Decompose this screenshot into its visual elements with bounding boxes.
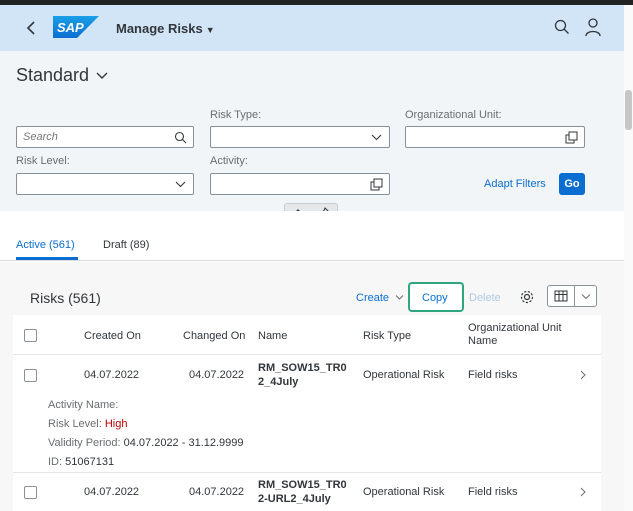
search-icon[interactable] (553, 18, 571, 36)
detail-risk-level-label: Risk Level: (48, 418, 102, 430)
export-split-divider (574, 286, 575, 306)
row-name: RM_SOW15_TR0 2_4July (258, 361, 347, 389)
row-checkbox[interactable] (24, 486, 37, 499)
tab-bar: Active (561) Draft (89) (0, 211, 624, 261)
sap-logo[interactable]: SAP (53, 16, 99, 38)
row-separator (13, 472, 601, 473)
chevron-down-icon[interactable] (174, 178, 187, 191)
create-button[interactable]: Create (356, 292, 404, 304)
column-org-unit-name[interactable]: Organizational Unit Name (468, 322, 578, 348)
activity-label: Activity: (210, 155, 248, 167)
search-input[interactable]: Search (16, 126, 194, 148)
back-arrow-icon[interactable] (22, 18, 42, 38)
column-created-on[interactable]: Created On (84, 330, 141, 342)
chevron-down-icon[interactable] (95, 71, 109, 81)
active-tab-indicator (16, 257, 78, 260)
user-icon[interactable] (584, 17, 602, 37)
tab-active[interactable]: Active (561) (16, 239, 75, 251)
org-unit-input[interactable] (405, 126, 585, 148)
caret-down-icon[interactable]: ▼ (206, 25, 215, 35)
search-placeholder: Search (23, 131, 58, 143)
chevron-down-icon[interactable] (395, 294, 404, 301)
activity-input[interactable] (210, 173, 390, 195)
row-changed-on: 04.07.2022 (189, 486, 245, 498)
detail-activity-label: Activity Name: (48, 399, 119, 411)
row-name-line2: 2_4July (258, 376, 299, 388)
tab-draft[interactable]: Draft (89) (103, 239, 149, 251)
select-all-checkbox[interactable] (24, 329, 37, 342)
go-button[interactable]: Go (559, 173, 585, 195)
detail-risk-level-value: High (104, 418, 128, 430)
row-created-on: 04.07.2022 (84, 369, 140, 381)
row-org-unit: Field risks (468, 486, 518, 498)
detail-validity: Validity Period: 04.07.2022 - 31.12.9999 (48, 437, 244, 449)
app-title[interactable]: Manage Risks (116, 21, 203, 36)
shell-bar: SAP Manage Risks ▼ (0, 5, 624, 51)
search-icon[interactable] (174, 131, 187, 144)
detail-id-value: 51067131 (65, 456, 115, 468)
row-name: RM_SOW15_TR0 2-URL2_4July (258, 478, 347, 506)
column-name[interactable]: Name (258, 330, 287, 342)
detail-id-label: ID: (48, 456, 63, 468)
detail-validity-value: 04.07.2022 - 31.12.9999 (123, 437, 244, 449)
risk-type-label: Risk Type: (210, 109, 262, 121)
risk-level-select[interactable] (16, 173, 194, 195)
export-button[interactable] (547, 285, 597, 307)
app-title-menu[interactable]: Manage Risks ▼ (116, 21, 215, 36)
row-risk-type: Operational Risk (363, 486, 445, 498)
detail-validity-label: Validity Period: (48, 437, 121, 449)
row-created-on: 04.07.2022 (84, 486, 140, 498)
adapt-filters-button[interactable]: Adapt Filters (484, 178, 546, 190)
page-scrollbar[interactable] (624, 5, 633, 511)
variant-name[interactable]: Standard (16, 65, 89, 85)
export-spreadsheet-icon[interactable] (554, 290, 568, 302)
chevron-down-icon[interactable] (370, 131, 383, 144)
detail-activity: Activity Name: (48, 399, 118, 411)
value-help-icon[interactable] (370, 178, 383, 191)
row-name-line1: RM_SOW15_TR0 (258, 479, 347, 491)
filter-header: Standard Risk Type: Organizational Unit:… (0, 51, 624, 221)
copy-button[interactable]: Copy (422, 292, 448, 304)
chevron-right-icon[interactable] (579, 487, 587, 497)
row-name-line1: RM_SOW15_TR0 (258, 362, 347, 374)
column-risk-type[interactable]: Risk Type (363, 330, 411, 342)
detail-risk-level: Risk Level: High (48, 418, 127, 430)
chevron-down-icon[interactable] (581, 293, 591, 300)
value-help-icon[interactable] (565, 131, 578, 144)
table-title: Risks (561) (30, 290, 101, 306)
chevron-right-icon[interactable] (579, 370, 587, 380)
detail-id: ID: 51067131 (48, 456, 114, 468)
logo-text: SAP (57, 20, 84, 35)
row-changed-on: 04.07.2022 (189, 369, 245, 381)
org-unit-label: Organizational Unit: (405, 109, 502, 121)
delete-button[interactable]: Delete (469, 292, 501, 304)
row-risk-type: Operational Risk (363, 369, 445, 381)
risk-level-label: Risk Level: (16, 155, 70, 167)
gear-icon[interactable] (519, 289, 535, 305)
variant-selector[interactable]: Standard (16, 65, 109, 86)
row-name-line2: 2-URL2_4July (258, 493, 331, 505)
row-checkbox[interactable] (24, 369, 37, 382)
row-org-unit: Field risks (468, 369, 518, 381)
create-label[interactable]: Create (356, 292, 389, 304)
page-scrollbar-thumb[interactable] (625, 90, 632, 130)
column-changed-on[interactable]: Changed On (183, 330, 245, 342)
risk-type-select[interactable] (210, 126, 390, 148)
